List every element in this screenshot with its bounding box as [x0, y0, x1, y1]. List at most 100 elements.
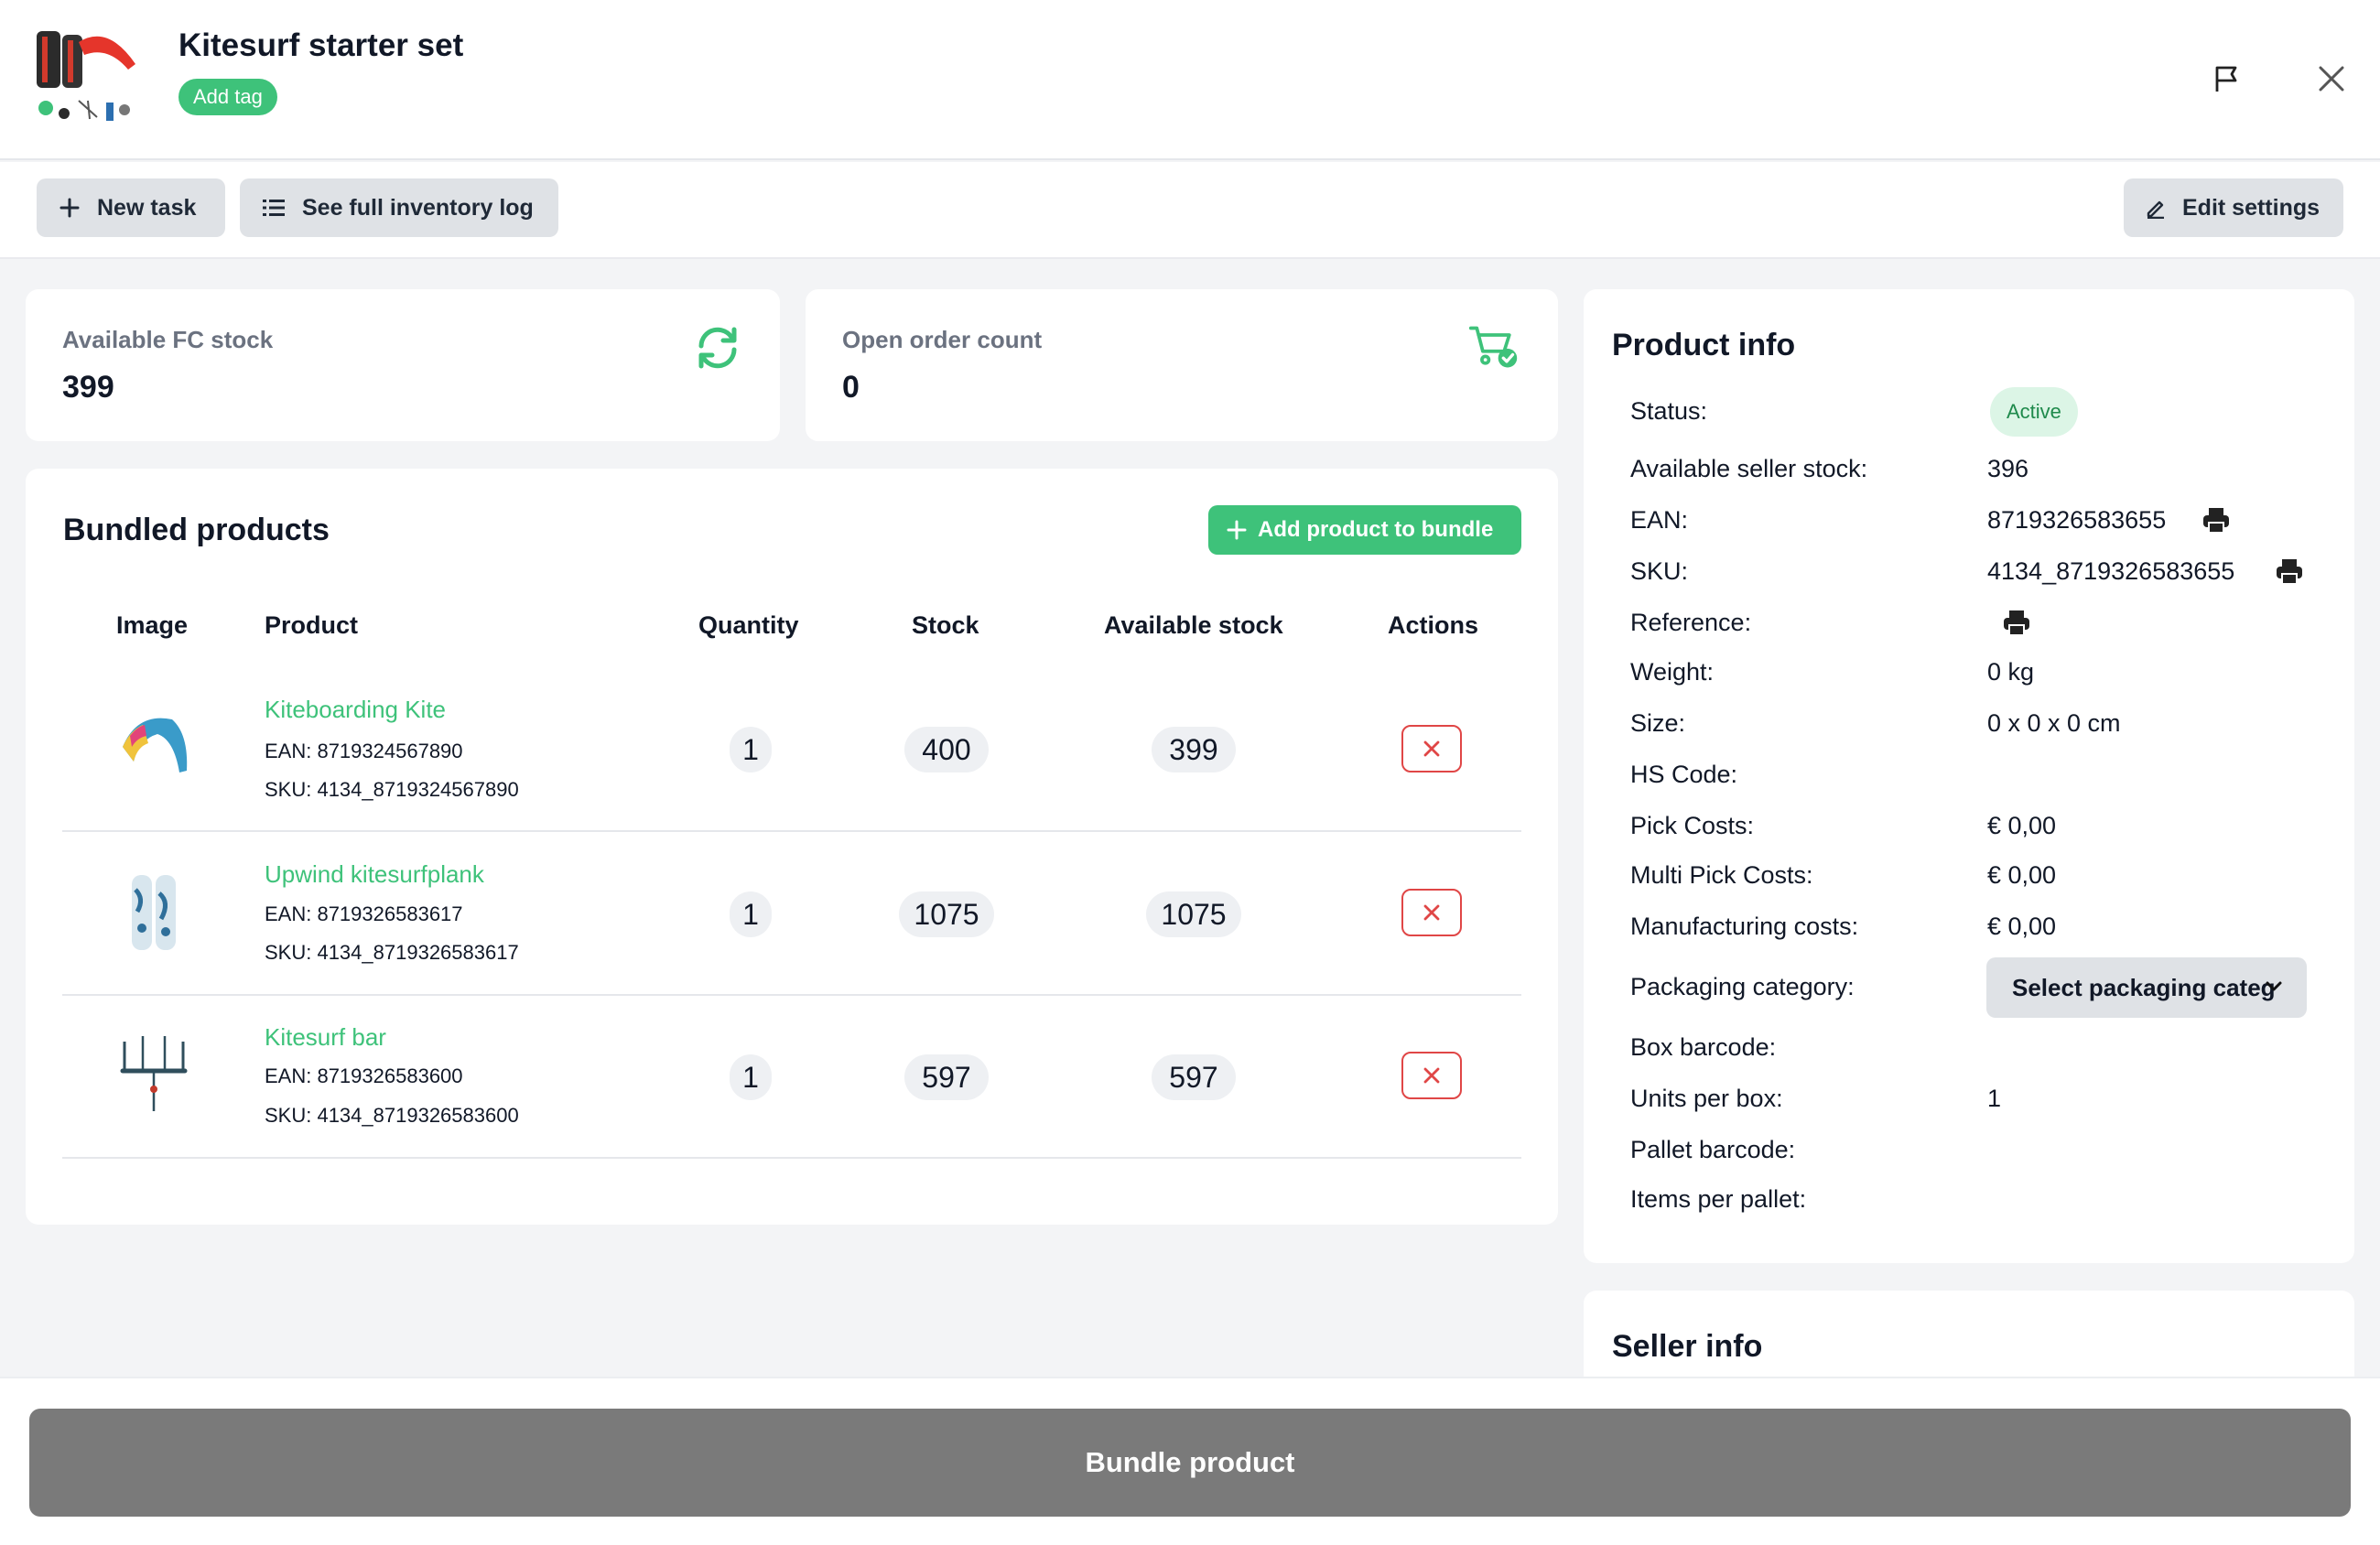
print-icon[interactable]	[2002, 608, 2031, 637]
size-label: Size:	[1630, 709, 1686, 737]
fc-stock-value: 399	[62, 370, 114, 405]
manufacturing-costs-value: € 0,00	[1987, 913, 2057, 940]
quantity-badge: 1	[730, 891, 772, 937]
add-product-label: Add product to bundle	[1258, 517, 1494, 542]
ean-label: EAN:	[1630, 506, 1689, 534]
open-orders-card: Open order count 0	[806, 289, 1558, 441]
product-link[interactable]: Kitesurf bar	[265, 1023, 386, 1052]
modal-header: Kitesurf starter set Add tag	[0, 0, 2380, 160]
sku-value: 4134_8719326583655	[1987, 557, 2235, 585]
column-header-actions: Actions	[1388, 611, 1479, 639]
product-sku: SKU: 4134_8719324567890	[265, 778, 519, 801]
box-barcode-label: Box barcode:	[1630, 1033, 1777, 1061]
quantity-badge: 1	[730, 727, 772, 772]
seller-stock-value: 396	[1987, 455, 2029, 482]
remove-product-button[interactable]	[1401, 889, 1462, 936]
row-divider	[62, 1157, 1521, 1159]
footer: Bundle product	[0, 1377, 2380, 1545]
bundled-products-card	[26, 469, 1558, 1225]
add-tag-button[interactable]: Add tag	[178, 79, 277, 115]
size-value: 0 x 0 x 0 cm	[1987, 709, 2121, 737]
chevron-down-icon	[2266, 981, 2282, 991]
plus-icon	[60, 198, 80, 218]
list-icon	[263, 200, 285, 216]
product-ean: EAN: 8719326583600	[265, 1064, 463, 1087]
product-sku: SKU: 4134_8719326583600	[265, 1104, 519, 1127]
kite-image	[123, 718, 188, 772]
cart-check-icon	[1468, 326, 1518, 368]
x-icon	[1423, 740, 1440, 757]
inventory-log-label: See full inventory log	[302, 194, 534, 221]
product-thumbnail	[37, 31, 135, 121]
fc-stock-label: Available FC stock	[62, 326, 274, 353]
product-ean: EAN: 8719326583617	[265, 902, 463, 925]
available-stock-badge: 1075	[1146, 891, 1241, 937]
stock-badge: 400	[904, 727, 989, 772]
status-badge: Active	[1990, 387, 2078, 437]
product-link[interactable]: Upwind kitesurfplank	[265, 860, 484, 889]
open-orders-label: Open order count	[842, 326, 1043, 353]
manufacturing-costs-label: Manufacturing costs:	[1630, 913, 1859, 940]
packaging-category-placeholder: Select packaging categ	[2012, 973, 2276, 1001]
bundled-products-title: Bundled products	[63, 513, 330, 547]
plus-icon	[1227, 520, 1247, 540]
units-per-box-label: Units per box:	[1630, 1085, 1783, 1112]
units-per-box-value: 1	[1987, 1085, 2002, 1112]
remove-product-button[interactable]	[1401, 1052, 1462, 1099]
ean-value: 8719326583655	[1987, 506, 2167, 534]
available-stock-badge: 597	[1152, 1054, 1236, 1100]
product-info-title: Product info	[1612, 328, 1796, 362]
stock-badge: 1075	[899, 891, 994, 937]
column-header-product: Product	[265, 611, 359, 639]
reference-label: Reference:	[1630, 609, 1752, 636]
multi-pick-costs-label: Multi Pick Costs:	[1630, 861, 1813, 889]
edit-settings-button[interactable]: Edit settings	[2124, 178, 2343, 237]
seller-stock-label: Available seller stock:	[1630, 455, 1868, 482]
available-stock-badge: 399	[1152, 727, 1236, 772]
weight-value: 0 kg	[1987, 658, 2035, 686]
inventory-log-button[interactable]: See full inventory log	[240, 178, 558, 237]
packaging-category-select[interactable]: Select packaging categ	[1986, 957, 2307, 1018]
pallet-barcode-label: Pallet barcode:	[1630, 1136, 1796, 1163]
edit-settings-label: Edit settings	[2182, 194, 2320, 221]
multi-pick-costs-value: € 0,00	[1987, 861, 2057, 889]
row-divider	[62, 830, 1521, 832]
stock-badge: 597	[904, 1054, 989, 1100]
new-task-label: New task	[97, 194, 197, 221]
row-divider	[62, 994, 1521, 996]
flag-icon[interactable]	[2208, 60, 2245, 97]
column-header-image: Image	[116, 611, 189, 639]
refresh-icon[interactable]	[692, 322, 743, 373]
toolbar: New task See full inventory log Edit set…	[0, 162, 2380, 259]
x-icon	[1423, 1067, 1440, 1084]
hs-code-label: HS Code:	[1630, 761, 1738, 788]
print-icon[interactable]	[2202, 505, 2231, 535]
weight-label: Weight:	[1630, 658, 1715, 686]
fc-stock-card: Available FC stock 399	[26, 289, 780, 441]
sku-label: SKU:	[1630, 557, 1689, 585]
pick-costs-value: € 0,00	[1987, 812, 2057, 839]
close-icon[interactable]	[2313, 60, 2350, 97]
new-task-button[interactable]: New task	[37, 178, 225, 237]
product-title: Kitesurf starter set	[178, 27, 464, 63]
x-icon	[1423, 904, 1440, 921]
column-header-stock: Stock	[912, 611, 979, 639]
open-orders-value: 0	[842, 370, 860, 405]
seller-info-title: Seller info	[1612, 1329, 1763, 1364]
product-link[interactable]: Kiteboarding Kite	[265, 696, 446, 724]
column-header-available-stock: Available stock	[1104, 611, 1283, 639]
quantity-badge: 1	[730, 1054, 772, 1100]
column-header-quantity: Quantity	[698, 611, 799, 639]
kite-bar-image	[120, 1036, 188, 1111]
kiteboard-image	[132, 875, 176, 950]
add-product-to-bundle-button[interactable]: Add product to bundle	[1208, 505, 1521, 555]
remove-product-button[interactable]	[1401, 725, 1462, 772]
print-icon[interactable]	[2275, 556, 2304, 586]
bundle-product-button[interactable]: Bundle product	[29, 1409, 2351, 1517]
status-label: Status:	[1630, 397, 1708, 425]
items-per-pallet-label: Items per pallet:	[1630, 1185, 1807, 1213]
product-sku: SKU: 4134_8719326583617	[265, 941, 519, 964]
pick-costs-label: Pick Costs:	[1630, 812, 1755, 839]
product-ean: EAN: 8719324567890	[265, 740, 463, 762]
pencil-icon	[2147, 200, 2164, 219]
